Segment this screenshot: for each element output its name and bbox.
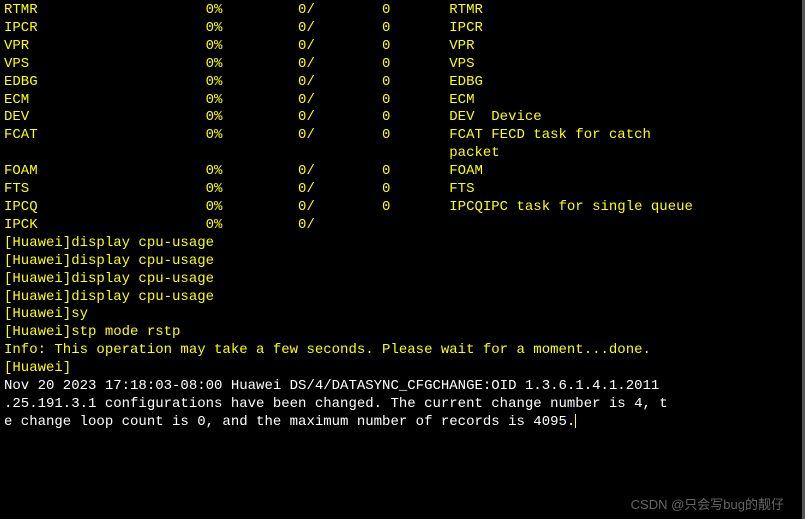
- terminal-output[interactable]: RTMR 0% 0/ 0 RTMRIPCR 0% 0/ 0 IPCRVPR 0%…: [0, 0, 802, 434]
- cpu-usage-row: packet: [4, 145, 798, 163]
- log-line: Nov 20 2023 17:18:03-08:00 Huawei DS/4/D…: [4, 378, 798, 396]
- cpu-usage-row: IPCR 0% 0/ 0 IPCR: [4, 20, 798, 38]
- cpu-usage-row: VPR 0% 0/ 0 VPR: [4, 38, 798, 56]
- cpu-usage-row: FTS 0% 0/ 0 FTS: [4, 181, 798, 199]
- cpu-usage-row: IPCQ 0% 0/ 0 IPCQIPC task for single que…: [4, 199, 798, 217]
- log-line: e change loop count is 0, and the maximu…: [4, 414, 798, 432]
- watermark-text: CSDN @只会写bug的靓仔: [631, 494, 784, 513]
- log-line: .25.191.3.1 configurations have been cha…: [4, 396, 798, 414]
- cpu-usage-row: DEV 0% 0/ 0 DEV Device: [4, 109, 798, 127]
- cli-command: [Huawei]stp mode rstp: [4, 324, 798, 342]
- cli-command: [Huawei]display cpu-usage: [4, 289, 798, 307]
- cpu-usage-row: FCAT 0% 0/ 0 FCAT FECD task for catch: [4, 127, 798, 145]
- cli-prompt: [Huawei]: [4, 360, 798, 378]
- cli-command: [Huawei]display cpu-usage: [4, 235, 798, 253]
- cursor-icon: [575, 414, 576, 428]
- cli-command: [Huawei]sy: [4, 306, 798, 324]
- cpu-usage-row: ECM 0% 0/ 0 ECM: [4, 92, 798, 110]
- cpu-usage-row: RTMR 0% 0/ 0 RTMR: [4, 2, 798, 20]
- cpu-usage-row: IPCK 0% 0/: [4, 217, 798, 235]
- cli-command: [Huawei]display cpu-usage: [4, 271, 798, 289]
- cpu-usage-row: EDBG 0% 0/ 0 EDBG: [4, 74, 798, 92]
- cli-info: Info: This operation may take a few seco…: [4, 342, 798, 360]
- cli-command: [Huawei]display cpu-usage: [4, 253, 798, 271]
- cpu-usage-row: FOAM 0% 0/ 0 FOAM: [4, 163, 798, 181]
- cpu-usage-row: VPS 0% 0/ 0 VPS: [4, 56, 798, 74]
